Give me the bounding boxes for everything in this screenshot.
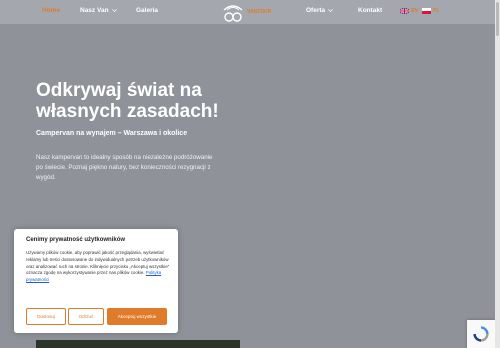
cookie-consent-dialog: Cenimy prywatność użytkowników Używamy p… — [14, 229, 178, 333]
nav-galeria-label: Galeria — [136, 7, 159, 14]
reject-button[interactable]: Odrzuć — [68, 308, 104, 325]
logo-text: VANTOUR — [247, 9, 272, 15]
language-pl-label: PL — [433, 8, 440, 14]
nav-oferta[interactable]: Oferta — [306, 7, 333, 14]
language-pl[interactable]: PL — [422, 8, 439, 14]
recaptcha-badge[interactable] — [467, 320, 495, 348]
uk-flag-icon — [400, 8, 409, 14]
top-navigation: Home Nasz Van Galeria VANTOUR Oferta Kon… — [0, 0, 495, 24]
logo[interactable]: VANTOUR — [221, 1, 273, 23]
hero-title: Odkrywaj świat na własnych zasadach! — [36, 80, 219, 122]
nav-kontakt[interactable]: Kontakt — [358, 7, 382, 14]
nav-nasz-van[interactable]: Nasz Van — [80, 7, 117, 14]
chevron-down-icon — [328, 9, 333, 13]
hero-subtitle: Campervan na wynajem – Warszawa i okolic… — [36, 130, 188, 137]
nav-nasz-van-label: Nasz Van — [80, 7, 109, 14]
scrollbar[interactable] — [495, 0, 500, 348]
cookie-title: Cenimy prywatność użytkowników — [26, 237, 126, 243]
chevron-down-icon — [111, 9, 117, 13]
nav-oferta-label: Oferta — [306, 7, 326, 14]
nav-kontakt-label: Kontakt — [358, 7, 383, 14]
cookie-text: Używamy plików cookie, aby poprawić jako… — [26, 250, 174, 284]
nav-galeria[interactable]: Galeria — [136, 7, 158, 14]
hero-description: Nasz kampervan to idealny sposób na niez… — [36, 154, 213, 181]
scrollbar-thumb[interactable] — [496, 2, 499, 36]
nav-home-label: Home — [42, 7, 61, 14]
language-en[interactable]: EN — [400, 8, 418, 14]
pl-flag-icon — [422, 8, 431, 14]
recaptcha-icon — [473, 326, 489, 342]
language-en-label: EN — [411, 8, 418, 14]
accept-all-button[interactable]: Akceptuj wszystkie — [107, 308, 167, 325]
customize-button[interactable]: Dostosuj — [26, 308, 66, 325]
nav-home[interactable]: Home — [42, 7, 60, 14]
van-logo-icon — [223, 5, 243, 22]
hero-image — [36, 340, 240, 348]
